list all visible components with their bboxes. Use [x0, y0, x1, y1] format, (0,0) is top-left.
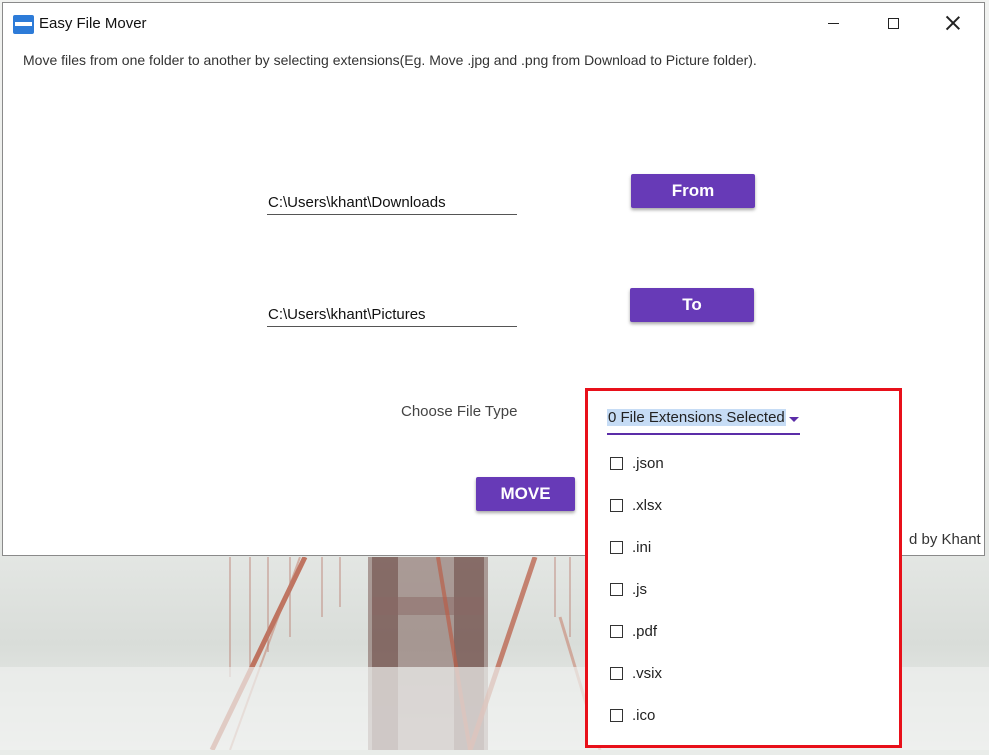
file-extension-dropdown-popup: 0 File Extensions Selected .json .xlsx .…	[585, 388, 902, 748]
maximize-button[interactable]	[863, 3, 923, 43]
option-label: .ini	[632, 538, 652, 556]
select-value: 0 File Extensions Selected	[607, 409, 786, 426]
app-icon	[13, 15, 34, 34]
checkbox[interactable]	[610, 708, 623, 722]
option-json[interactable]: .json	[610, 452, 810, 474]
maximize-icon	[887, 17, 899, 29]
title-bar[interactable]: Easy File Mover	[3, 3, 984, 43]
checkbox[interactable]	[610, 624, 623, 638]
option-label: .js	[632, 580, 647, 598]
minimize-button[interactable]	[803, 3, 863, 43]
option-ini[interactable]: .ini	[610, 536, 810, 558]
credit-text: d by Khant	[909, 531, 981, 548]
close-button[interactable]	[923, 3, 983, 43]
checkbox[interactable]	[610, 498, 623, 512]
close-icon	[946, 16, 960, 30]
app-description: Move files from one folder to another by…	[23, 52, 757, 68]
option-js[interactable]: .js	[610, 578, 810, 600]
checkbox[interactable]	[610, 666, 623, 680]
option-vsix[interactable]: .vsix	[610, 662, 810, 684]
option-label: .ico	[632, 706, 656, 724]
option-label: .json	[632, 454, 664, 472]
from-path-value: C:\Users\khant\Downloads	[268, 194, 446, 211]
file-extension-select[interactable]: 0 File Extensions Selected	[607, 407, 800, 435]
option-pdf[interactable]: .pdf	[610, 620, 810, 642]
checkbox[interactable]	[610, 456, 623, 470]
option-ico[interactable]: .ico	[610, 704, 810, 726]
to-path-value: C:\Users\khant\Pictures	[268, 306, 426, 323]
option-label: .vsix	[632, 664, 662, 682]
to-button[interactable]: To	[630, 288, 754, 322]
choose-file-type-label: Choose File Type	[401, 403, 518, 420]
move-button[interactable]: MOVE	[476, 477, 575, 511]
to-path-field[interactable]: C:\Users\khant\Pictures	[267, 303, 517, 327]
from-path-field[interactable]: C:\Users\khant\Downloads	[267, 191, 517, 215]
option-label: .xlsx	[632, 496, 662, 514]
option-xlsx[interactable]: .xlsx	[610, 494, 810, 516]
minimize-icon	[827, 22, 839, 24]
checkbox[interactable]	[610, 540, 623, 554]
from-button[interactable]: From	[631, 174, 755, 208]
checkbox[interactable]	[610, 582, 623, 596]
option-label: .pdf	[632, 622, 658, 640]
window-title: Easy File Mover	[39, 15, 147, 32]
chevron-down-icon[interactable]	[789, 417, 799, 422]
